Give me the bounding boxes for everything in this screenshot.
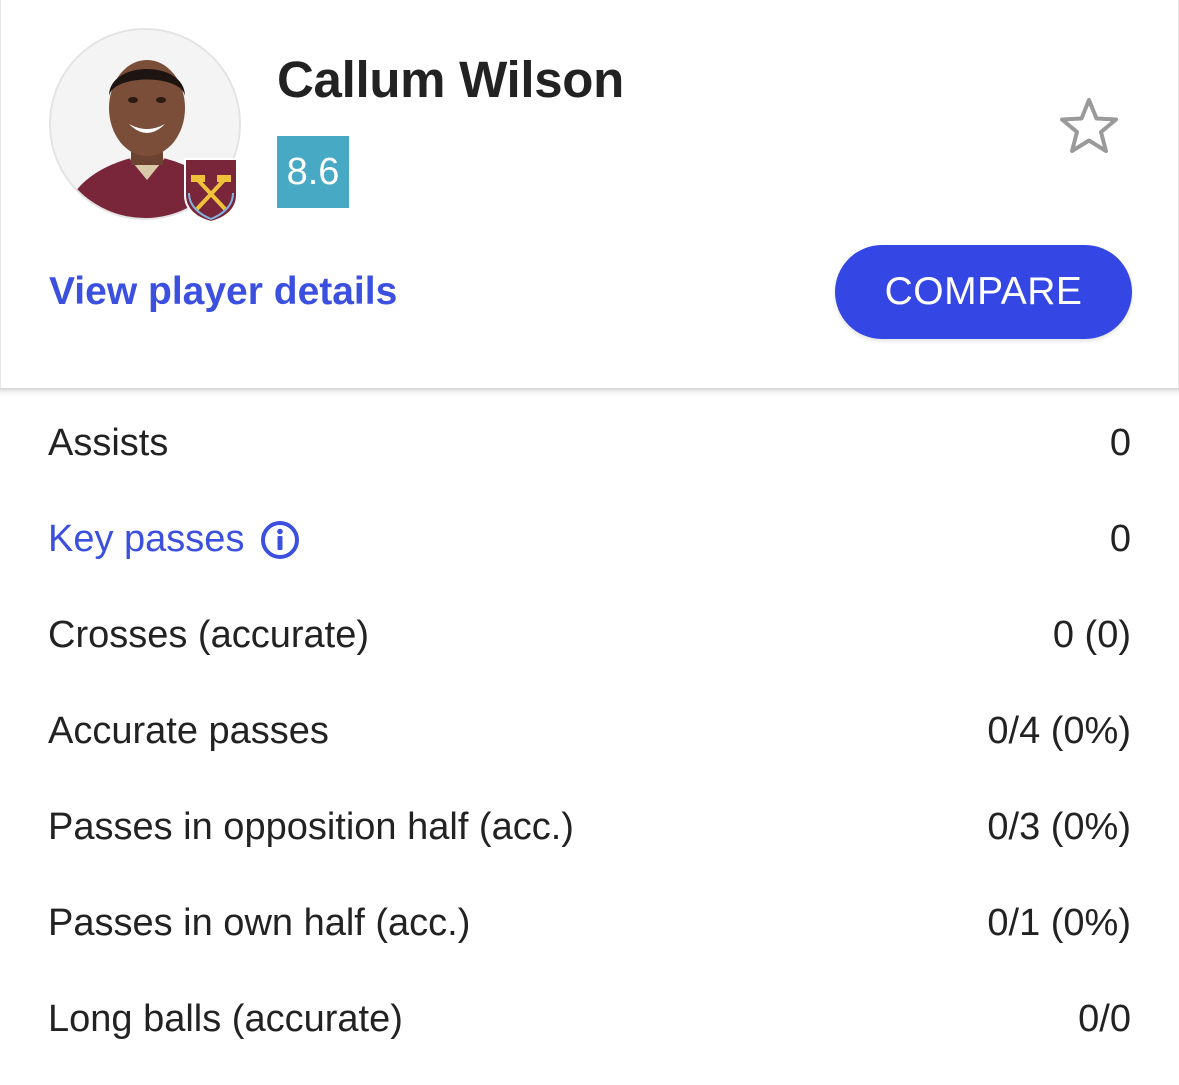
favorite-star-button[interactable] — [1057, 96, 1121, 156]
stat-label: Passes in opposition half (acc.) — [48, 806, 574, 848]
stat-row-passes-own-half: Passes in own half (acc.) 0/1 (0%) — [0, 876, 1179, 972]
stat-row-passes-opposition-half: Passes in opposition half (acc.) 0/3 (0%… — [0, 780, 1179, 876]
stat-label: Long balls (accurate) — [48, 998, 403, 1040]
stat-value: 0/0 — [1078, 998, 1131, 1040]
section-divider — [0, 388, 1179, 396]
stat-label: Accurate passes — [48, 710, 329, 752]
stat-label: Passes in own half (acc.) — [48, 902, 471, 944]
player-name: Callum Wilson — [277, 51, 624, 108]
compare-button[interactable]: COMPARE — [835, 245, 1132, 339]
stat-row-assists: Assists 0 — [0, 396, 1179, 492]
stat-row-key-passes[interactable]: Key passes 0 — [0, 492, 1179, 588]
stat-label: Key passes — [48, 518, 245, 560]
stats-list: Assists 0 Key passes 0 Crosses (accurate… — [0, 396, 1179, 1068]
stat-value: 0/3 (0%) — [987, 806, 1131, 848]
player-header-card: Callum Wilson 8.6 View player details CO… — [0, 0, 1179, 392]
stat-label: Assists — [48, 422, 169, 464]
info-icon[interactable] — [260, 520, 300, 560]
stat-value: 0/4 (0%) — [987, 710, 1131, 752]
stat-label: Crosses (accurate) — [48, 614, 369, 656]
player-rating-badge: 8.6 — [277, 136, 349, 208]
stat-row-accurate-passes: Accurate passes 0/4 (0%) — [0, 684, 1179, 780]
west-ham-united-crest-icon — [183, 157, 239, 224]
stat-row-crosses: Crosses (accurate) 0 (0) — [0, 588, 1179, 684]
stat-value: 0/1 (0%) — [987, 902, 1131, 944]
star-outline-icon — [1060, 98, 1118, 153]
player-stats-panel: Callum Wilson 8.6 View player details CO… — [0, 0, 1179, 1085]
stat-value: 0 — [1109, 518, 1131, 560]
stat-row-long-balls: Long balls (accurate) 0/0 — [0, 972, 1179, 1068]
view-player-details-link[interactable]: View player details — [49, 270, 397, 314]
stat-value: 0 — [1109, 422, 1131, 464]
stat-label-key-passes-link[interactable]: Key passes — [48, 518, 300, 561]
stat-value: 0 (0) — [1052, 614, 1131, 656]
